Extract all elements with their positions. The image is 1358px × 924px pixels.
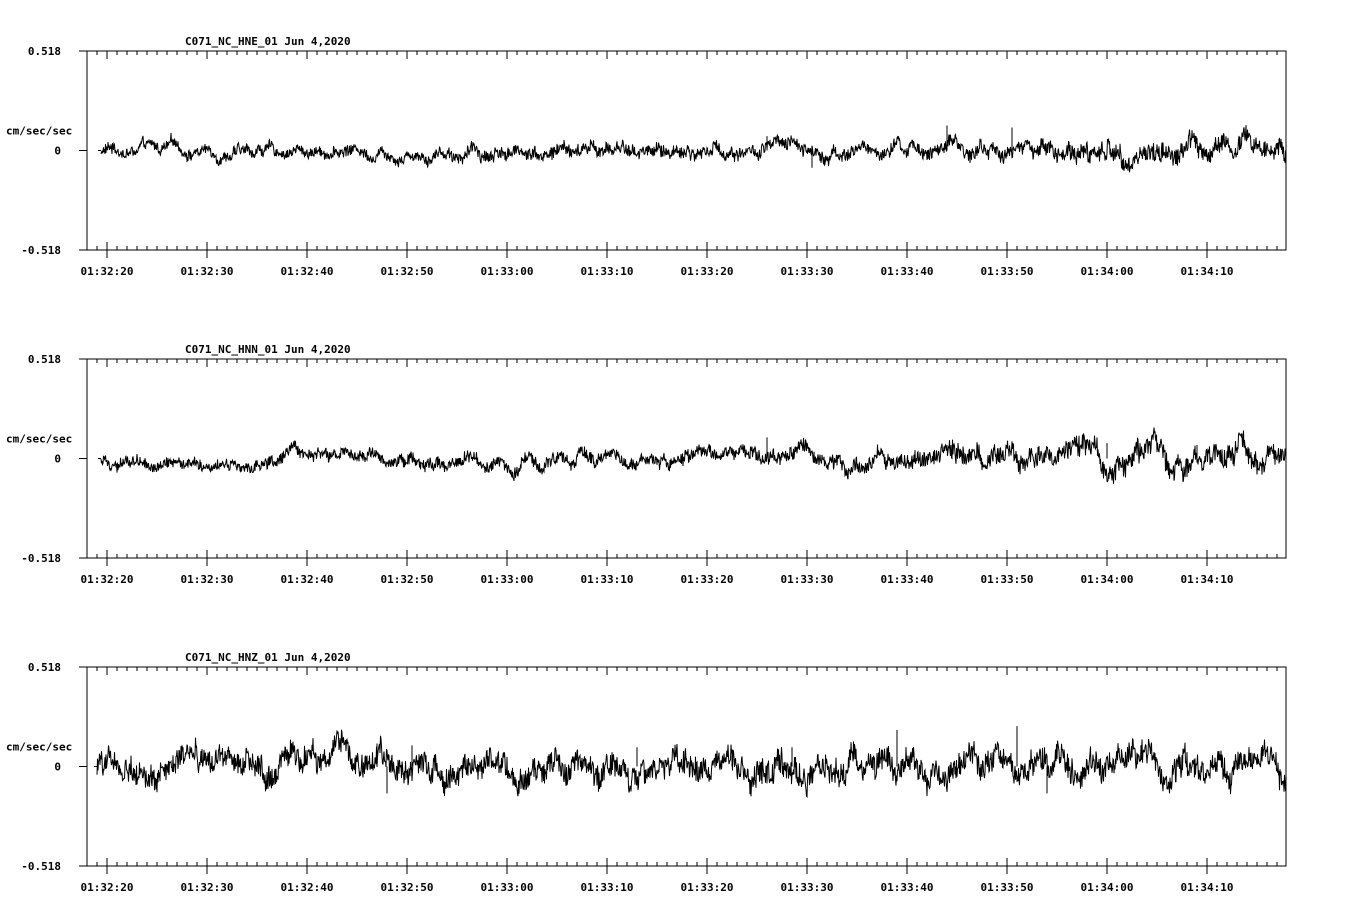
x-tick-label: 01:32:20 bbox=[81, 881, 134, 894]
seismic-trace bbox=[96, 729, 1287, 798]
x-tick-label: 01:32:20 bbox=[81, 573, 134, 586]
seismic-trace bbox=[100, 125, 1287, 173]
x-tick-label: 01:33:40 bbox=[881, 573, 934, 586]
x-tick-label: 01:32:30 bbox=[181, 573, 234, 586]
x-tick-label: 01:33:30 bbox=[781, 881, 834, 894]
y-tick-label: 0 bbox=[54, 761, 61, 774]
y-tick-label: 0 bbox=[54, 145, 61, 158]
x-tick-label: 01:33:40 bbox=[881, 881, 934, 894]
plot-frame bbox=[86, 358, 1287, 559]
y-tick-label: -0.518 bbox=[21, 552, 61, 565]
y-tick-label: 0.518 bbox=[28, 661, 61, 674]
seismogram-chart-group: C071_NC_HNE_01 Jun 4,2020 0.518 0 -0.518 cm/… bbox=[6, 35, 1287, 894]
x-tick-label: 01:34:10 bbox=[1181, 265, 1234, 278]
y-tick-label: -0.518 bbox=[21, 860, 61, 873]
x-tick-label: 01:32:30 bbox=[181, 265, 234, 278]
y-tick-label: 0.518 bbox=[28, 353, 61, 366]
x-tick-label: 01:33:00 bbox=[481, 265, 534, 278]
x-tick-label: 01:32:50 bbox=[381, 881, 434, 894]
y-tick-label: 0 bbox=[54, 453, 61, 466]
y-tick-label: 0.518 bbox=[28, 45, 61, 58]
trace-title: C071_NC_HNE_01 Jun 4,2020 bbox=[185, 35, 351, 48]
x-tick-label: 01:33:10 bbox=[581, 265, 634, 278]
x-tick-label: 01:33:30 bbox=[781, 265, 834, 278]
y-tick-label: -0.518 bbox=[21, 244, 61, 257]
seismogram-panel-1: C071_NC_HNE_01 Jun 4,2020 0.518 0 -0.518 cm/… bbox=[6, 35, 1287, 278]
x-tick-label: 01:33:20 bbox=[681, 881, 734, 894]
trace-title: C071_NC_HNN_01 Jun 4,2020 bbox=[185, 343, 351, 356]
trace-title: C071_NC_HNZ_01 Jun 4,2020 bbox=[185, 651, 351, 664]
x-tick-label: 01:32:50 bbox=[381, 573, 434, 586]
x-tick-label: 01:33:50 bbox=[981, 573, 1034, 586]
x-tick-label: 01:33:30 bbox=[781, 573, 834, 586]
x-tick-label: 01:32:40 bbox=[281, 573, 334, 586]
x-tick-label: 01:33:50 bbox=[981, 881, 1034, 894]
x-tick-label: 01:33:20 bbox=[681, 265, 734, 278]
x-tick-label: 01:32:20 bbox=[81, 265, 134, 278]
x-tick-label: 01:33:50 bbox=[981, 265, 1034, 278]
seismic-trace bbox=[100, 427, 1287, 484]
x-tick-label: 01:32:40 bbox=[281, 881, 334, 894]
x-tick-label: 01:33:20 bbox=[681, 573, 734, 586]
y-axis-label: cm/sec/sec bbox=[6, 741, 72, 754]
x-tick-label: 01:32:30 bbox=[181, 881, 234, 894]
y-axis-label: cm/sec/sec bbox=[6, 125, 72, 138]
y-axis-label: cm/sec/sec bbox=[6, 433, 72, 446]
x-tick-label: 01:33:00 bbox=[481, 881, 534, 894]
x-tick-label: 01:32:50 bbox=[381, 265, 434, 278]
seismogram-panel-3: C071_NC_HNZ_01 Jun 4,2020 0.518 0 -0.518 cm/… bbox=[6, 651, 1287, 894]
x-tick-label: 01:33:10 bbox=[581, 881, 634, 894]
x-tick-label: 01:32:40 bbox=[281, 265, 334, 278]
seismogram-panel-2: C071_NC_HNN_01 Jun 4,2020 0.518 0 -0.518 cm/… bbox=[6, 343, 1287, 586]
x-tick-label: 01:33:00 bbox=[481, 573, 534, 586]
x-tick-label: 01:34:00 bbox=[1081, 573, 1134, 586]
x-tick-label: 01:34:00 bbox=[1081, 881, 1134, 894]
x-tick-label: 01:33:40 bbox=[881, 265, 934, 278]
x-tick-label: 01:34:10 bbox=[1181, 573, 1234, 586]
x-tick-label: 01:34:10 bbox=[1181, 881, 1234, 894]
x-tick-label: 01:34:00 bbox=[1081, 265, 1134, 278]
x-tick-label: 01:33:10 bbox=[581, 573, 634, 586]
